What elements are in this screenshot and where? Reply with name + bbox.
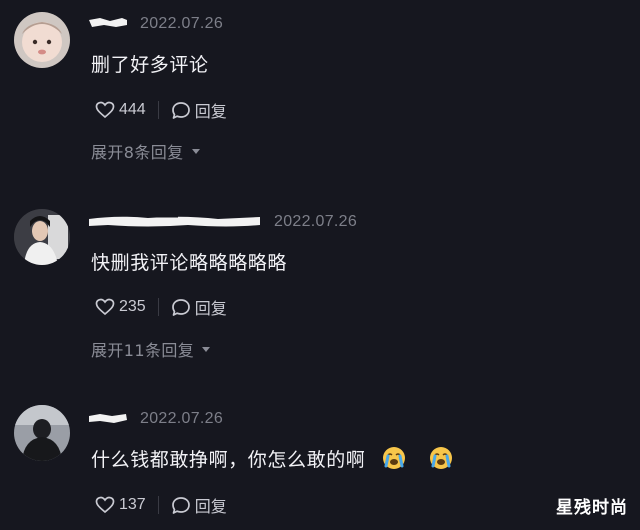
heart-icon [95, 101, 115, 119]
heart-icon [95, 298, 115, 316]
username-redacted[interactable] [88, 213, 262, 231]
avatar[interactable] [14, 405, 70, 461]
expand-replies-button[interactable]: 展开11条回复 [91, 337, 211, 361]
avatar[interactable] [14, 12, 70, 68]
username-redacted[interactable] [88, 15, 128, 33]
like-button[interactable]: 235 [95, 298, 146, 316]
comment-date: 2022.07.26 [274, 213, 358, 230]
comment-actions: 137 回复 [95, 493, 227, 517]
watermark: 星残时尚 [556, 498, 628, 518]
like-button[interactable]: 137 [95, 496, 146, 514]
comment-text-row: 什么钱都敢挣啊，你怎么敢的啊 [91, 445, 453, 472]
speech-bubble-icon [171, 101, 190, 119]
caret-down-icon [191, 148, 200, 154]
heart-icon [95, 496, 115, 514]
crying-face-icon [429, 446, 453, 470]
reply-button[interactable]: 回复 [171, 493, 227, 517]
divider [157, 496, 159, 514]
caret-down-icon [202, 346, 211, 352]
comment-meta: 2022.07.26 [88, 407, 223, 431]
comment-meta: 2022.07.26 [88, 12, 223, 36]
like-count: 444 [119, 101, 146, 118]
comment-actions: 444 回复 [95, 98, 227, 122]
speech-bubble-icon [171, 298, 190, 316]
reply-label: 回复 [194, 301, 227, 318]
expand-replies-button[interactable]: 展开8条回复 [91, 139, 200, 163]
crying-face-icon [382, 446, 406, 470]
avatar[interactable] [14, 209, 70, 265]
comment-date: 2022.07.26 [140, 15, 224, 32]
comment-meta: 2022.07.26 [88, 210, 357, 234]
reply-button[interactable]: 回复 [171, 295, 227, 319]
like-count: 235 [119, 298, 146, 315]
reply-label: 回复 [194, 104, 227, 121]
expand-replies-label: 展开8条回复 [91, 143, 184, 162]
comment-actions: 235 回复 [95, 295, 227, 319]
reply-label: 回复 [194, 499, 227, 516]
comment-text: 删了好多评论 [91, 54, 209, 76]
like-count: 137 [119, 496, 146, 513]
comment-text: 什么钱都敢挣啊，你怎么敢的啊 [91, 449, 366, 471]
comment-date: 2022.07.26 [140, 410, 224, 427]
speech-bubble-icon [171, 496, 190, 514]
username-redacted[interactable] [88, 410, 128, 428]
comment-text: 快删我评论略略略略略 [91, 252, 288, 274]
expand-replies-label: 展开11条回复 [91, 341, 195, 360]
divider [157, 298, 159, 316]
reply-button[interactable]: 回复 [171, 98, 227, 122]
like-button[interactable]: 444 [95, 101, 146, 119]
divider [157, 101, 159, 119]
